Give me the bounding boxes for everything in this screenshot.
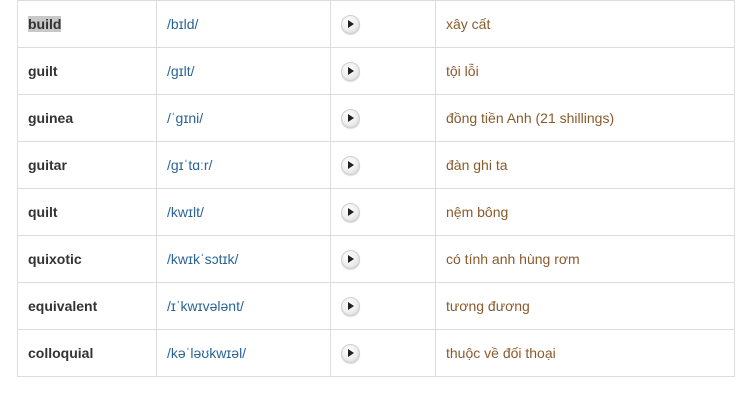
ipa-text: /kwɪlt/ xyxy=(167,204,204,220)
word-text: guinea xyxy=(28,110,74,126)
meaning-cell: thuộc về đối thoại xyxy=(435,329,735,377)
meaning-text: tội lỗi xyxy=(446,63,479,79)
word-cell: quilt xyxy=(17,188,157,236)
word-cell: guilt xyxy=(17,47,157,95)
play-audio-button[interactable] xyxy=(341,155,360,175)
audio-cell xyxy=(330,235,436,283)
table-row: quilt /kwɪlt/ nệm bông xyxy=(17,188,735,236)
meaning-cell: tội lỗi xyxy=(435,47,735,95)
word-text: quixotic xyxy=(28,251,82,267)
ipa-text: /ˈgɪni/ xyxy=(167,110,204,126)
meaning-cell: xây cất xyxy=(435,0,735,48)
word-text: colloquial xyxy=(28,345,94,361)
play-audio-button[interactable] xyxy=(341,343,360,363)
word-cell: guinea xyxy=(17,94,157,142)
ipa-cell: /ɪˈkwɪvələnt/ xyxy=(156,282,331,330)
meaning-cell: nệm bông xyxy=(435,188,735,236)
audio-cell xyxy=(330,47,436,95)
audio-cell xyxy=(330,188,436,236)
ipa-cell: /ˈgɪni/ xyxy=(156,94,331,142)
word-cell: build xyxy=(17,0,157,48)
audio-cell xyxy=(330,282,436,330)
play-audio-button[interactable] xyxy=(341,296,360,316)
meaning-cell: tương đương xyxy=(435,282,735,330)
ipa-cell: /gɪlt/ xyxy=(156,47,331,95)
table-row: build /bɪld/ xây cất xyxy=(17,0,735,48)
play-audio-button[interactable] xyxy=(341,14,360,34)
play-icon xyxy=(348,207,354,216)
meaning-text: nệm bông xyxy=(446,204,509,220)
meaning-text: tương đương xyxy=(446,298,530,314)
audio-cell xyxy=(330,0,436,48)
play-icon xyxy=(348,19,354,28)
word-text: guitar xyxy=(28,157,67,173)
word-text: guilt xyxy=(28,63,58,79)
meaning-text: thuộc về đối thoại xyxy=(446,345,556,361)
ipa-cell: /kwɪlt/ xyxy=(156,188,331,236)
play-audio-button[interactable] xyxy=(341,61,360,81)
audio-cell xyxy=(330,94,436,142)
ipa-text: /kwɪkˈsɔtɪk/ xyxy=(167,251,239,267)
ipa-text: /gɪlt/ xyxy=(167,63,195,79)
play-icon xyxy=(348,301,354,310)
play-audio-button[interactable] xyxy=(341,108,360,128)
word-cell: colloquial xyxy=(17,329,157,377)
word-cell: guitar xyxy=(17,141,157,189)
ipa-cell: /bɪld/ xyxy=(156,0,331,48)
vocabulary-table-body: build /bɪld/ xây cất guilt /gɪlt/ tội lỗ… xyxy=(17,0,735,377)
word-cell: equivalent xyxy=(17,282,157,330)
ipa-cell: /kəˈləʊkwɪəl/ xyxy=(156,329,331,377)
ipa-text: /kəˈləʊkwɪəl/ xyxy=(167,345,247,361)
word-cell: quixotic xyxy=(17,235,157,283)
word-text: equivalent xyxy=(28,298,98,314)
table-row: guilt /gɪlt/ tội lỗi xyxy=(17,47,735,95)
play-icon xyxy=(348,113,354,122)
ipa-text: /bɪld/ xyxy=(167,16,199,32)
play-icon xyxy=(348,348,354,357)
ipa-cell: /kwɪkˈsɔtɪk/ xyxy=(156,235,331,283)
word-text: build xyxy=(28,16,62,32)
table-row: quixotic /kwɪkˈsɔtɪk/ có tính anh hùng r… xyxy=(17,235,735,283)
audio-cell xyxy=(330,141,436,189)
ipa-cell: /gɪˈtɑːr/ xyxy=(156,141,331,189)
ipa-text: /gɪˈtɑːr/ xyxy=(167,157,213,173)
meaning-text: xây cất xyxy=(446,16,491,32)
ipa-text: /ɪˈkwɪvələnt/ xyxy=(167,298,244,314)
meaning-text: có tính anh hùng rơm xyxy=(446,251,580,267)
play-icon xyxy=(348,254,354,263)
table-row: colloquial /kəˈləʊkwɪəl/ thuộc về đối th… xyxy=(17,329,735,377)
table-row: guinea /ˈgɪni/ đồng tiền Anh (21 shillin… xyxy=(17,94,735,142)
table-row: equivalent /ɪˈkwɪvələnt/ tương đương xyxy=(17,282,735,330)
meaning-text: đàn ghi ta xyxy=(446,157,508,173)
meaning-cell: đàn ghi ta xyxy=(435,141,735,189)
meaning-cell: đồng tiền Anh (21 shillings) xyxy=(435,94,735,142)
vocabulary-table: build /bɪld/ xây cất guilt /gɪlt/ tội lỗ… xyxy=(17,0,735,377)
play-icon xyxy=(348,160,354,169)
meaning-cell: có tính anh hùng rơm xyxy=(435,235,735,283)
play-audio-button[interactable] xyxy=(341,202,360,222)
table-row: guitar /gɪˈtɑːr/ đàn ghi ta xyxy=(17,141,735,189)
word-text: quilt xyxy=(28,204,58,220)
meaning-text: đồng tiền Anh (21 shillings) xyxy=(446,110,615,126)
play-icon xyxy=(348,66,354,75)
audio-cell xyxy=(330,329,436,377)
play-audio-button[interactable] xyxy=(341,249,360,269)
